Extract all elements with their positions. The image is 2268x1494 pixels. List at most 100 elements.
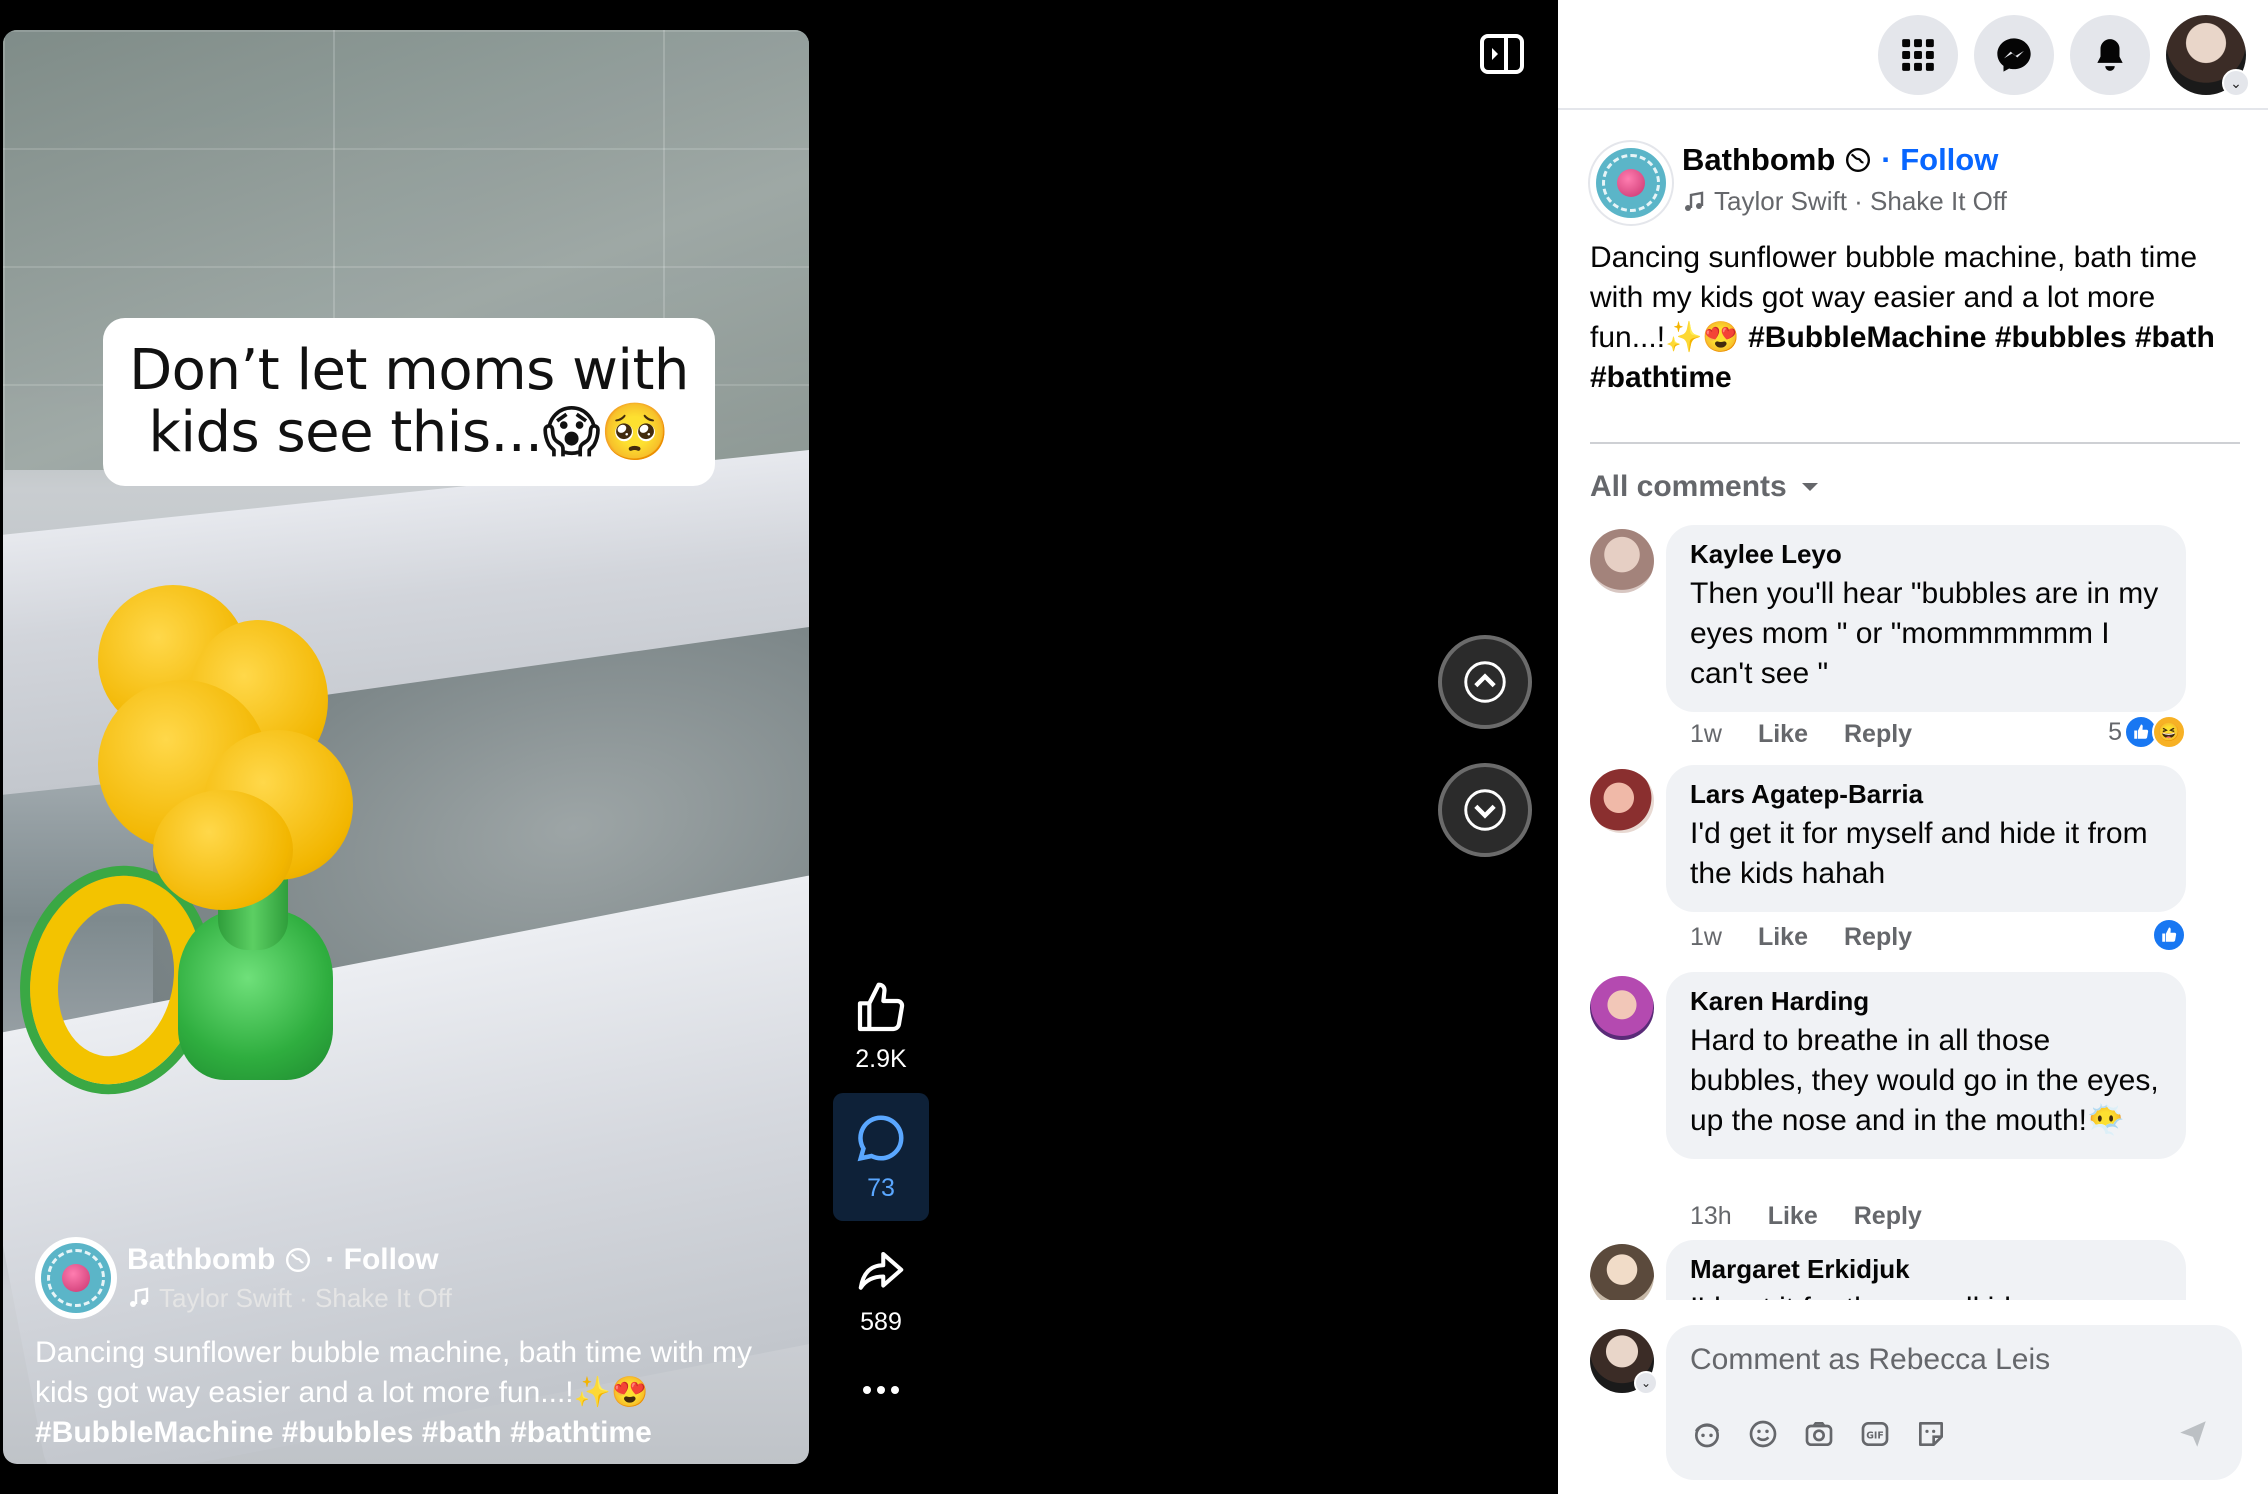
- comment-action[interactable]: 73: [833, 1093, 929, 1221]
- follow-link[interactable]: · Follow: [325, 1243, 438, 1277]
- camera-button[interactable]: [1800, 1415, 1838, 1453]
- music-note-icon: [130, 1287, 149, 1307]
- reaction-count: 5: [2108, 717, 2122, 746]
- comment-composer: ⌄ GIF: [1590, 1325, 2242, 1480]
- commenter-avatar[interactable]: [1590, 976, 1654, 1040]
- page-avatar[interactable]: [1590, 142, 1672, 224]
- chevron-down-icon: ⌄: [1634, 1371, 1658, 1395]
- video-description: Dancing sunflower bubble machine, bath t…: [35, 1336, 753, 1449]
- svg-text:GIF: GIF: [1866, 1431, 1884, 1442]
- post-description: Dancing sunflower bubble machine, bath t…: [1590, 241, 2215, 394]
- comment-like-button[interactable]: Like: [1758, 720, 1808, 749]
- page-avatar[interactable]: [35, 1237, 117, 1319]
- camera-icon: [1805, 1422, 1833, 1446]
- globe-icon: [286, 1247, 311, 1272]
- follow-link[interactable]: · Follow: [1881, 142, 1998, 178]
- thumbs-up-icon: [857, 982, 905, 1032]
- video-stage: Don’t let moms with kids see this...😱🥺 B…: [0, 0, 1558, 1494]
- haha-reaction-icon: 😆: [2152, 715, 2186, 749]
- previous-reel-button[interactable]: [1438, 635, 1532, 729]
- avatar-sticker-button[interactable]: [1688, 1415, 1726, 1453]
- like-action[interactable]: 2.9K: [833, 980, 929, 1074]
- more-action[interactable]: [833, 1380, 929, 1405]
- gif-icon: GIF: [1861, 1422, 1889, 1446]
- reel-video[interactable]: Don’t let moms with kids see this...😱🥺 B…: [3, 30, 809, 1464]
- send-icon: [2180, 1421, 2206, 1447]
- chevron-down-icon: ⌄: [2222, 69, 2250, 97]
- comment-reactions[interactable]: 5 😆: [2108, 715, 2186, 749]
- comment-time[interactable]: 1w: [1690, 923, 1722, 952]
- comment-icon: [857, 1115, 904, 1162]
- comment-reply-button[interactable]: Reply: [1844, 923, 1912, 952]
- messenger-icon: [1997, 38, 2031, 72]
- music-label[interactable]: Taylor Swift · Shake It Off: [159, 1283, 452, 1314]
- globe-icon: [1846, 147, 1871, 173]
- panel-toggle-icon: [1480, 34, 1524, 74]
- grid-menu-icon: [1902, 39, 1934, 71]
- comment-actions: 13h Like Reply: [1690, 1202, 1922, 1231]
- comment-like-button[interactable]: Like: [1758, 923, 1808, 952]
- comment-bubble: Karen Harding Hard to breathe in all tho…: [1666, 972, 2186, 1159]
- comment-input[interactable]: [1690, 1343, 2210, 1377]
- more-icon: [863, 1386, 899, 1394]
- chevron-down-icon: [1464, 789, 1506, 831]
- video-info: Bathbomb · Follow Taylor Swift · Shake I…: [35, 1237, 795, 1453]
- bell-icon: [2097, 39, 2123, 71]
- toggle-panel-button[interactable]: [1478, 30, 1526, 78]
- music-label[interactable]: Taylor Swift · Shake It Off: [1714, 186, 2007, 217]
- comment-bubble: Kaylee Leyo Then you'll hear "bubbles ar…: [1666, 525, 2186, 712]
- caret-down-icon: [1801, 483, 1818, 491]
- emoji-button[interactable]: [1744, 1415, 1782, 1453]
- comment-sort-label: All comments: [1590, 470, 1787, 503]
- overlay-caption-text: Don’t let moms with kids see this...😱🥺: [129, 338, 689, 465]
- comment-bubble: Margaret Erkidjuk I'd get it for the gra…: [1666, 1240, 2186, 1300]
- avatar-sticker-icon: [1695, 1423, 1719, 1448]
- commenter-name[interactable]: Karen Harding: [1690, 986, 2162, 1017]
- video-hashtags[interactable]: #BubbleMachine #bubbles #bath #bathtime: [35, 1416, 652, 1449]
- page-name[interactable]: Bathbomb: [127, 1243, 275, 1277]
- commenter-name[interactable]: Lars Agatep-Barria: [1690, 779, 2162, 810]
- commenter-name[interactable]: Margaret Erkidjuk: [1690, 1254, 2162, 1285]
- overlay-caption: Don’t let moms with kids see this...😱🥺: [103, 318, 715, 486]
- composer-avatar[interactable]: ⌄: [1590, 1329, 1658, 1395]
- comment-reply-button[interactable]: Reply: [1854, 1202, 1922, 1231]
- comment-time[interactable]: 1w: [1690, 720, 1722, 749]
- comment-text: I'd get it for myself and hide it from t…: [1690, 817, 2148, 890]
- share-icon: [858, 1251, 904, 1290]
- messenger-button[interactable]: [1974, 15, 2054, 95]
- comment-time[interactable]: 13h: [1690, 1202, 1732, 1231]
- gif-button[interactable]: GIF: [1856, 1415, 1894, 1453]
- comment-sort-dropdown[interactable]: All comments: [1590, 470, 1819, 504]
- commenter-name[interactable]: Kaylee Leyo: [1690, 539, 2162, 570]
- chevron-up-icon: [1464, 661, 1506, 703]
- comment-text: Hard to breathe in all those bubbles, th…: [1690, 1024, 2159, 1137]
- account-avatar[interactable]: ⌄: [2166, 15, 2250, 97]
- top-bar: ⌄: [1558, 0, 2268, 110]
- divider: [1590, 442, 2240, 444]
- commenter-avatar[interactable]: [1590, 1244, 1654, 1300]
- comment-bubble: Lars Agatep-Barria I'd get it for myself…: [1666, 765, 2186, 912]
- comment-text: Then you'll hear "bubbles are in my eyes…: [1690, 577, 2159, 690]
- like-count: 2.9K: [855, 1045, 907, 1073]
- share-action[interactable]: 589: [833, 1245, 929, 1337]
- comment-like-button[interactable]: Like: [1768, 1202, 1818, 1231]
- notifications-button[interactable]: [2070, 15, 2150, 95]
- like-reaction-icon: [2152, 918, 2186, 952]
- comment-count: 73: [867, 1174, 895, 1202]
- commenter-avatar[interactable]: [1590, 769, 1654, 833]
- comment-reactions[interactable]: [2152, 918, 2186, 952]
- comments-panel: ⌄ Bathbomb · Follow Taylor Swift · Shake…: [1558, 0, 2268, 1494]
- sticker-button[interactable]: [1912, 1415, 1950, 1453]
- composer-box[interactable]: GIF: [1666, 1325, 2242, 1480]
- comments-list: Kaylee Leyo Then you'll hear "bubbles ar…: [1590, 525, 2240, 1300]
- page-name[interactable]: Bathbomb: [1682, 142, 1835, 178]
- comment-text: I'd get it for the grandkids: [1690, 1289, 2162, 1300]
- next-reel-button[interactable]: [1438, 763, 1532, 857]
- send-button[interactable]: [2174, 1415, 2212, 1453]
- comment-reply-button[interactable]: Reply: [1844, 720, 1912, 749]
- comment-actions: 1w Like Reply: [1690, 720, 1912, 749]
- menu-button[interactable]: [1878, 15, 1958, 95]
- sticker-icon: [1919, 1422, 1943, 1446]
- commenter-avatar[interactable]: [1590, 529, 1654, 593]
- comment-actions: 1w Like Reply: [1690, 923, 1912, 952]
